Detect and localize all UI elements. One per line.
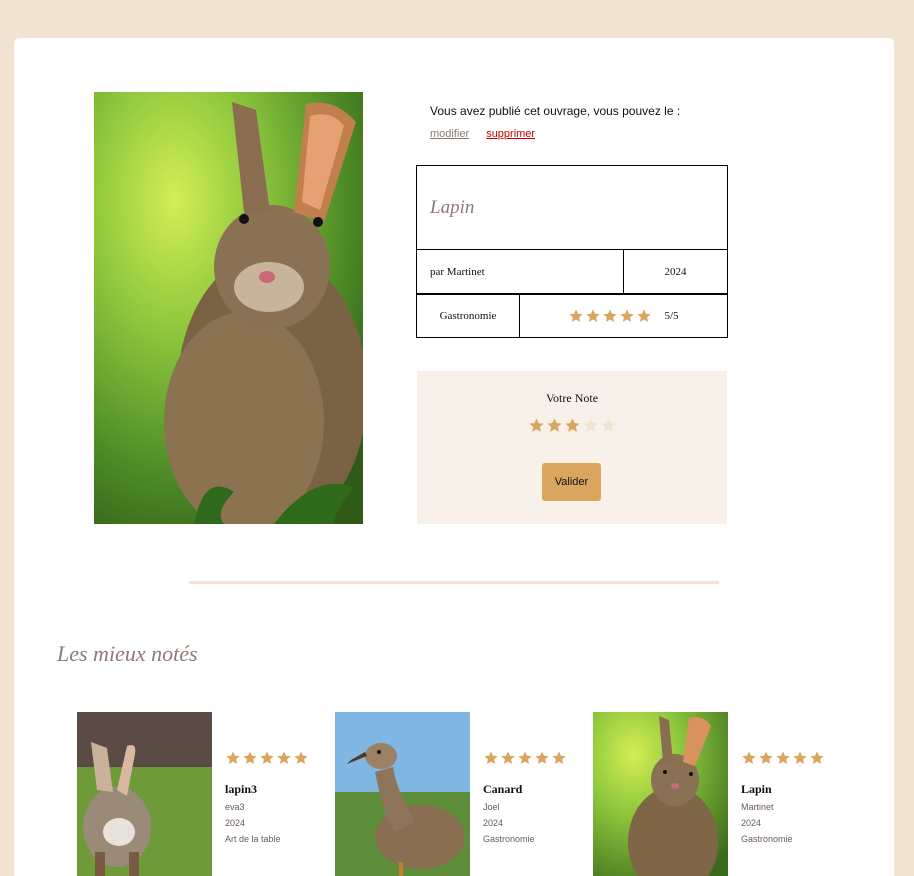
book-info-table: Lapin par Martinet 2024 Gastronomie 5/5 bbox=[416, 165, 728, 338]
book-category: Gastronomie bbox=[417, 295, 520, 337]
top-rated-item[interactable]: lapin3 eva3 2024 Art de la table bbox=[77, 712, 337, 876]
book-title: Lapin bbox=[430, 196, 475, 218]
book-year: 2024 bbox=[664, 265, 687, 278]
top-rated-year: 2024 bbox=[741, 818, 762, 828]
top-rated-title: Les mieux notés bbox=[57, 641, 198, 666]
section-divider bbox=[189, 581, 719, 584]
star-filled-icon bbox=[551, 750, 567, 766]
star-filled-icon bbox=[483, 750, 499, 766]
star-filled-icon bbox=[534, 750, 550, 766]
top-rated-name[interactable]: Canard bbox=[483, 782, 567, 797]
star-filled-icon bbox=[242, 750, 258, 766]
owner-actions: modifier supprimer bbox=[430, 128, 535, 140]
vote-label: Votre Note bbox=[545, 391, 599, 405]
star-filled-icon bbox=[809, 750, 825, 766]
star-filled-icon[interactable] bbox=[564, 417, 581, 434]
star-filled-icon bbox=[741, 750, 757, 766]
book-cover-image bbox=[94, 92, 363, 524]
top-rated-stars bbox=[483, 750, 567, 766]
submit-vote-button[interactable]: Valider bbox=[542, 463, 601, 501]
owner-message: Vous avez publié cet ouvrage, vous pouve… bbox=[430, 104, 681, 118]
top-rated-stars bbox=[741, 750, 825, 766]
star-filled-icon[interactable] bbox=[546, 417, 563, 434]
vote-panel: Votre Note Valider bbox=[417, 371, 727, 524]
top-rated-author: Joel bbox=[483, 802, 500, 812]
star-filled-icon bbox=[293, 750, 309, 766]
star-filled-icon bbox=[225, 750, 241, 766]
star-filled-icon bbox=[758, 750, 774, 766]
top-rated-info: lapin3 eva3 2024 Art de la table bbox=[225, 750, 309, 845]
top-rated-category: Gastronomie bbox=[483, 834, 535, 844]
star-filled-icon bbox=[517, 750, 533, 766]
top-rated-author: Martinet bbox=[741, 802, 774, 812]
top-rated-stars bbox=[225, 750, 309, 766]
book-category-row: Gastronomie 5/5 bbox=[416, 294, 728, 338]
star-filled-icon bbox=[619, 308, 635, 324]
book-rating-stars bbox=[568, 308, 652, 324]
top-rated-item[interactable]: Canard Joel 2024 Gastronomie bbox=[335, 712, 595, 876]
book-author: par Martinet bbox=[417, 250, 624, 293]
book-title-row: Lapin bbox=[416, 165, 728, 250]
star-filled-icon bbox=[259, 750, 275, 766]
top-rated-info: Canard Joel 2024 Gastronomie bbox=[483, 750, 567, 845]
top-rated-thumbnail[interactable] bbox=[77, 712, 212, 876]
edit-link[interactable]: modifier bbox=[430, 128, 469, 140]
top-rated-year: 2024 bbox=[225, 818, 246, 828]
star-filled-icon bbox=[500, 750, 516, 766]
top-rated-name[interactable]: lapin3 bbox=[225, 782, 309, 797]
delete-link[interactable]: supprimer bbox=[486, 128, 535, 140]
star-filled-icon bbox=[568, 308, 584, 324]
book-meta-row: par Martinet 2024 bbox=[416, 250, 728, 294]
top-rated-name[interactable]: Lapin bbox=[741, 782, 825, 797]
top-rated-info: Lapin Martinet 2024 Gastronomie bbox=[741, 750, 825, 845]
book-detail-card: Vous avez publié cet ouvrage, vous pouve… bbox=[14, 38, 894, 876]
star-empty-icon[interactable] bbox=[600, 417, 617, 434]
star-filled-icon bbox=[775, 750, 791, 766]
star-filled-icon bbox=[585, 308, 601, 324]
vote-star-selector[interactable] bbox=[417, 417, 727, 434]
top-rated-thumbnail[interactable] bbox=[335, 712, 470, 876]
top-rated-category: Art de la table bbox=[225, 834, 281, 844]
top-rated-thumbnail[interactable] bbox=[593, 712, 728, 876]
book-rating-text: 5/5 bbox=[664, 310, 679, 322]
top-rated-year: 2024 bbox=[483, 818, 504, 828]
star-filled-icon bbox=[602, 308, 618, 324]
star-filled-icon bbox=[276, 750, 292, 766]
top-rated-category: Gastronomie bbox=[741, 834, 793, 844]
star-filled-icon[interactable] bbox=[528, 417, 545, 434]
star-filled-icon bbox=[636, 308, 652, 324]
star-empty-icon[interactable] bbox=[582, 417, 599, 434]
book-rating: 5/5 bbox=[520, 295, 727, 337]
star-filled-icon bbox=[792, 750, 808, 766]
top-rated-item[interactable]: Lapin Martinet 2024 Gastronomie bbox=[593, 712, 853, 876]
top-rated-author: eva3 bbox=[225, 802, 245, 812]
